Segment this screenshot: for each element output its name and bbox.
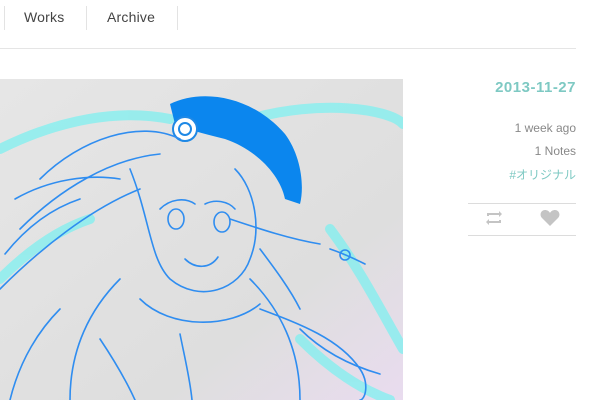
header-divider xyxy=(0,48,576,49)
sketch-illustration xyxy=(0,79,403,400)
nav-item-works[interactable]: Works xyxy=(24,9,64,25)
nav-divider xyxy=(4,6,5,30)
nav-divider xyxy=(177,6,178,30)
heart-icon xyxy=(540,210,560,226)
top-nav: Works Archive xyxy=(0,0,600,48)
reblog-button[interactable] xyxy=(482,207,506,229)
post-tag[interactable]: #オリジナル xyxy=(509,166,576,183)
relative-time[interactable]: 1 week ago xyxy=(515,121,576,135)
like-button[interactable] xyxy=(538,207,562,229)
reblog-icon xyxy=(486,211,502,225)
notes-count[interactable]: 1 Notes xyxy=(535,144,576,158)
nav-item-archive[interactable]: Archive xyxy=(107,9,155,25)
meta-divider xyxy=(468,235,576,236)
nav-divider xyxy=(86,6,87,30)
post-date[interactable]: 2013-11-27 xyxy=(495,79,576,96)
post-artwork[interactable] xyxy=(0,79,403,400)
meta-divider xyxy=(468,203,576,204)
